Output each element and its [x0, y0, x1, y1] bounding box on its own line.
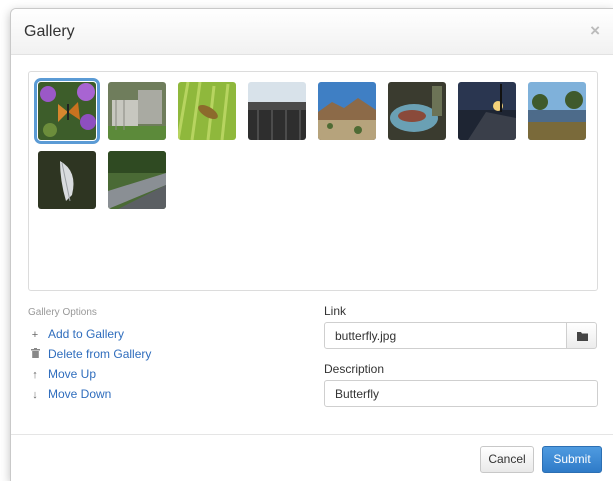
- fence-image: [108, 82, 166, 140]
- gallery-thumb-grasshopper[interactable]: [178, 82, 236, 140]
- browse-button[interactable]: [566, 322, 597, 349]
- grasshopper-image: [178, 82, 236, 140]
- feather-image: [38, 151, 96, 209]
- folder-icon: [577, 332, 588, 341]
- gallery-thumb-bridge[interactable]: [248, 82, 306, 140]
- plus-icon: +: [31, 329, 39, 341]
- submit-button[interactable]: Submit: [542, 446, 602, 473]
- gallery-thumb-boardwalk[interactable]: [108, 151, 166, 209]
- gallery-thumb-fence[interactable]: [108, 82, 166, 140]
- gallery-thumb-feather[interactable]: [38, 151, 96, 209]
- cancel-button[interactable]: Cancel: [480, 446, 534, 473]
- butterfly-image: [38, 82, 96, 140]
- gallery-thumb-pier-sunset[interactable]: [458, 82, 516, 140]
- gallery-thumb-desert[interactable]: [318, 82, 376, 140]
- gallery-dialog: Gallery × Gallery Options + Add to Galle…: [10, 8, 613, 481]
- description-label: Description: [324, 362, 385, 376]
- close-icon[interactable]: ×: [590, 21, 600, 41]
- move-up-link[interactable]: ↑ Move Up: [28, 367, 96, 385]
- pier-sunset-image: [458, 82, 516, 140]
- boardwalk-image: [108, 151, 166, 209]
- move-down-link[interactable]: ↓ Move Down: [28, 387, 111, 405]
- description-input[interactable]: [324, 380, 598, 407]
- gallery-thumb-fish[interactable]: [388, 82, 446, 140]
- gallery-thumb-marsh[interactable]: [528, 82, 586, 140]
- dialog-header: Gallery ×: [11, 9, 613, 55]
- dialog-title: Gallery: [24, 23, 75, 40]
- gallery-options-heading: Gallery Options: [28, 307, 97, 318]
- link-label: Link: [324, 304, 347, 318]
- desert-image: [318, 82, 376, 140]
- link-input[interactable]: [324, 322, 567, 349]
- marsh-image: [528, 82, 586, 140]
- trash-icon: [28, 348, 42, 361]
- fish-image: [388, 82, 446, 140]
- add-to-gallery-link[interactable]: + Add to Gallery: [28, 327, 124, 345]
- gallery-grid: [28, 71, 598, 291]
- gallery-thumb-butterfly[interactable]: [34, 78, 100, 144]
- arrow-up-icon: ↑: [32, 369, 38, 381]
- arrow-down-icon: ↓: [32, 389, 38, 401]
- delete-from-gallery-link[interactable]: Delete from Gallery: [28, 347, 151, 365]
- bridge-image: [248, 82, 306, 140]
